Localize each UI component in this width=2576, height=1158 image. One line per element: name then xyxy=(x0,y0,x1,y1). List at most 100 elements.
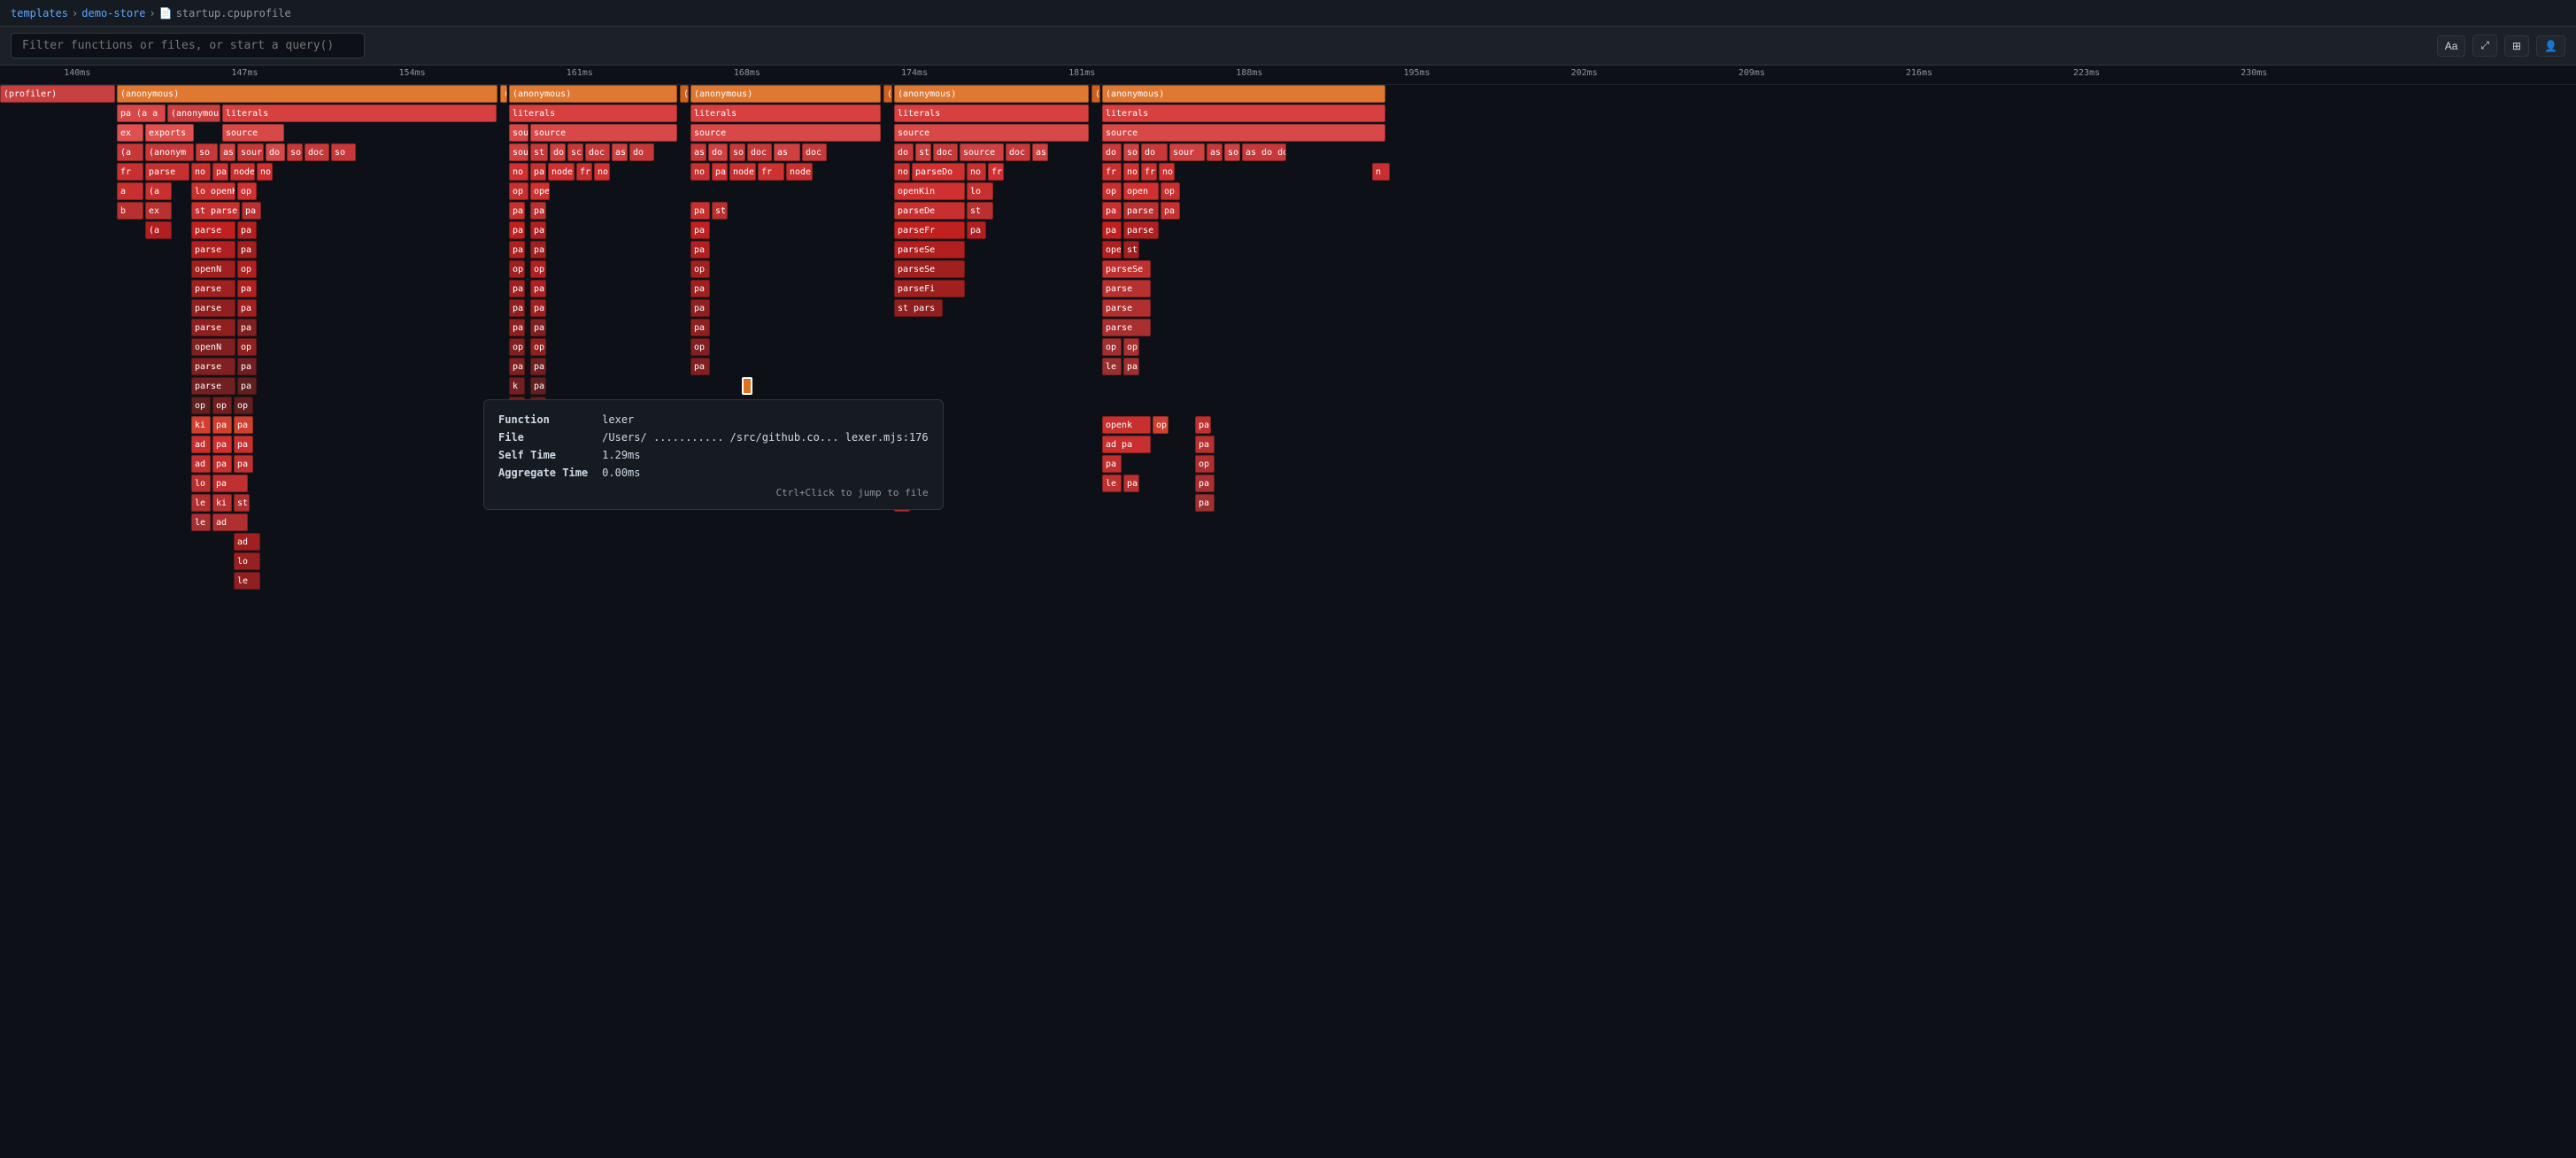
flame-sour-sm[interactable]: sour xyxy=(1169,143,1205,161)
flame-pa-sm-13[interactable]: pa xyxy=(237,241,257,259)
flame-node-4[interactable]: node xyxy=(786,163,813,181)
flame-so-2[interactable]: so xyxy=(287,143,303,161)
flame-op-r13-4[interactable]: op xyxy=(690,338,710,356)
flame-st-1[interactable]: st xyxy=(530,143,548,161)
flame-pa-r15[interactable]: pa xyxy=(237,377,257,395)
flame-op-r4-2[interactable]: op xyxy=(1123,338,1139,356)
flame-openk-sm[interactable]: openk xyxy=(1102,416,1151,434)
flame-lo-2[interactable]: lo xyxy=(967,182,993,200)
filter-input[interactable] xyxy=(11,33,365,58)
flame-parsese-2[interactable]: parseSe xyxy=(894,260,965,278)
flame-pa-r19[interactable]: pa xyxy=(212,455,232,473)
flame-parsese-r[interactable]: parseSe xyxy=(1102,260,1151,278)
flame-no-7[interactable]: no xyxy=(967,163,986,181)
flame-node-1[interactable]: node xyxy=(230,163,255,181)
flame-st-parse-1[interactable]: st parse xyxy=(191,202,240,220)
flame-pa-sm-9[interactable]: pa xyxy=(530,221,546,239)
flame-fr-6[interactable]: fr xyxy=(1141,163,1157,181)
flame-pa-lo[interactable]: pa xyxy=(212,475,248,492)
flame-no-4[interactable]: no xyxy=(594,163,610,181)
flame-open-1[interactable]: open xyxy=(1123,182,1159,200)
flame-pa-r17[interactable]: pa xyxy=(212,416,232,434)
flame-anonym-sm[interactable]: (anonym xyxy=(145,143,194,161)
flame-op-1[interactable]: op xyxy=(237,182,257,200)
flame-pa-r11-2[interactable]: pa xyxy=(509,299,525,317)
flame-ex-2[interactable]: ex xyxy=(145,202,172,220)
flame-literals-1[interactable]: literals xyxy=(222,104,497,122)
flame-lo-3[interactable]: lo xyxy=(191,475,211,492)
flame-pa-sm-4[interactable]: pa xyxy=(690,202,710,220)
flame-anon-1[interactable]: (anonymous) xyxy=(117,85,497,103)
flame-fr-1[interactable]: fr xyxy=(117,163,143,181)
flame-op-4[interactable]: op xyxy=(1161,182,1180,200)
flame-lo-5[interactable]: lo xyxy=(234,552,260,570)
flame-pa-r12-3[interactable]: pa xyxy=(530,319,546,336)
flame-fr-4[interactable]: fr xyxy=(988,163,1004,181)
flame-as-5[interactable]: as xyxy=(1032,143,1048,161)
flame-pa-r12-4[interactable]: pa xyxy=(690,319,710,336)
flame-ex-1[interactable]: ex xyxy=(117,124,143,142)
flame-pa-2[interactable]: pa xyxy=(530,163,546,181)
flame-profiler[interactable]: (profiler) xyxy=(0,85,115,103)
flame-pa-a[interactable]: pa (a a xyxy=(117,104,166,122)
flame-source-sm[interactable]: source xyxy=(960,143,1004,161)
flame-no-2[interactable]: no xyxy=(257,163,273,181)
flame-pa-r18-2[interactable]: pa xyxy=(234,436,253,453)
flame-pa-r10-4[interactable]: pa xyxy=(690,280,710,297)
flame-no-1[interactable]: no xyxy=(191,163,211,181)
flame-sou[interactable]: sou xyxy=(509,124,528,142)
flame-parsefi[interactable]: parseFi xyxy=(894,280,965,297)
flame-ad-4[interactable]: ad xyxy=(212,513,248,531)
flame-anon-2[interactable]: (anonymous) xyxy=(509,85,677,103)
flame-parse-r12[interactable]: parse xyxy=(191,319,235,336)
flame-pa-r4-4[interactable]: pa xyxy=(1195,475,1215,492)
flame-ad-2[interactable]: ad xyxy=(191,455,211,473)
flame-as-2[interactable]: as xyxy=(612,143,628,161)
flame-node-2[interactable]: node xyxy=(548,163,575,181)
flame-as-3[interactable]: as xyxy=(690,143,706,161)
flame-pa-r17-2[interactable]: pa xyxy=(234,416,253,434)
flame-op-r4-3[interactable]: op xyxy=(1195,455,1215,473)
flame-anon-4[interactable]: (anonymous) xyxy=(894,85,1089,103)
flame-no-9[interactable]: no xyxy=(1159,163,1175,181)
flame-do-4[interactable]: do xyxy=(708,143,728,161)
flame-op-deep-2[interactable]: op xyxy=(212,397,232,414)
flame-pa-r10-2[interactable]: pa xyxy=(509,280,525,297)
flame-st-sm[interactable]: st xyxy=(712,202,728,220)
flame-sourc[interactable]: sourc xyxy=(237,143,264,161)
flame-pa-r4-2[interactable]: pa xyxy=(1195,416,1211,434)
flame-source-1[interactable]: source xyxy=(222,124,284,142)
flame-literals-5[interactable]: literals xyxy=(1102,104,1385,122)
flame-pa-r4-5[interactable]: pa xyxy=(1195,494,1215,512)
flame-pa-sm-5[interactable]: pa xyxy=(1102,202,1122,220)
flame-parsefr[interactable]: parseFr xyxy=(894,221,965,239)
flame-pa-r14-2[interactable]: pa xyxy=(509,358,525,375)
flame-pa-r10-3[interactable]: pa xyxy=(530,280,546,297)
flame-pa-sm-7[interactable]: pa xyxy=(237,221,257,239)
flame-op-deep-1[interactable]: op xyxy=(191,397,211,414)
flame-op-sm[interactable]: op xyxy=(237,260,257,278)
flame-parse-1[interactable]: parse xyxy=(145,163,189,181)
flame-as-6[interactable]: as xyxy=(1207,143,1222,161)
flame-fr-3[interactable]: fr xyxy=(758,163,784,181)
flame-ad-1[interactable]: ad xyxy=(191,436,211,453)
flame-ope-1[interactable]: ope xyxy=(530,182,550,200)
flame-parsedo[interactable]: parseDo xyxy=(912,163,965,181)
flame-parse-sm-4[interactable]: parse xyxy=(191,241,235,259)
flame-pa-r18[interactable]: pa xyxy=(212,436,232,453)
flame-so-6[interactable]: so xyxy=(1224,143,1240,161)
flame-op-r13-2[interactable]: op xyxy=(509,338,525,356)
flame-pa-sm-15[interactable]: pa xyxy=(530,241,546,259)
flame-so-3[interactable]: so xyxy=(331,143,356,161)
flame-as-4[interactable]: as xyxy=(774,143,800,161)
flame-k-1[interactable]: k xyxy=(509,377,525,395)
flame-st-sm-3[interactable]: st xyxy=(1123,241,1139,259)
flame-anon-5[interactable]: (anonymous) xyxy=(1102,85,1385,103)
flame-pa-sm-3[interactable]: pa xyxy=(530,202,546,220)
flame-pa-sm-1[interactable]: pa xyxy=(242,202,261,220)
expand-button[interactable]: ⤢ xyxy=(2472,35,2497,57)
flame-pa-sm-2[interactable]: pa xyxy=(509,202,525,220)
flame-literals-2[interactable]: literals xyxy=(509,104,677,122)
flame-pa-sm-11[interactable]: pa xyxy=(967,221,986,239)
flame-do-7[interactable]: do xyxy=(1141,143,1168,161)
